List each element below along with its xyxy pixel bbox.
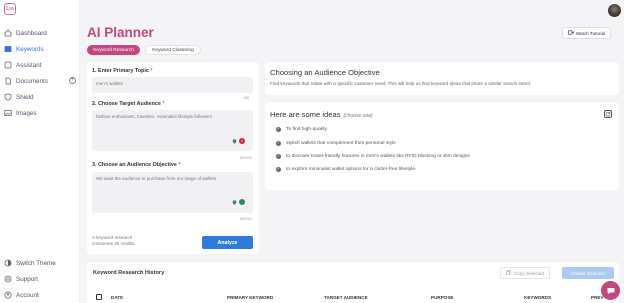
error-badge: 1: [239, 138, 245, 144]
required-mark: *: [150, 68, 153, 74]
support-icon: [4, 275, 12, 283]
objective-char-count: 58/250: [240, 217, 252, 221]
check-icon: ✓: [276, 154, 281, 159]
keyword-research-form: 1. Enter Primary Topic * men's wallets /…: [87, 62, 259, 254]
status-dot: [239, 199, 245, 205]
sidebar-item-label: Keywords: [16, 45, 44, 53]
idea-item[interactable]: ✓ to discover travel-friendly features i…: [276, 154, 470, 159]
tab-keyword-research[interactable]: Keyword Research: [87, 45, 140, 55]
objective-info-title: Choosing an Audience Objective: [270, 68, 380, 77]
avatar[interactable]: [608, 4, 621, 17]
topic-label-text: 1. Enter Primary Topic: [92, 68, 149, 74]
app-logo[interactable]: Lio: [4, 3, 16, 15]
sidebar-item-label: Switch Theme: [16, 259, 56, 267]
history-title: Keyword Research History: [93, 270, 165, 276]
sidebar-item-label: Images: [16, 109, 37, 117]
topic-char-count: /60: [244, 96, 250, 100]
theme-icon: [4, 259, 12, 267]
video-icon: [567, 30, 574, 36]
idea-item[interactable]: ✓ To find high-quality: [276, 127, 327, 132]
home-icon: [4, 29, 12, 37]
sidebar-item-support[interactable]: Support: [4, 273, 38, 285]
watch-tutorial-label: Watch Tutorial: [575, 30, 606, 36]
idea-text: stylish wallets that complement their pe…: [286, 141, 396, 146]
sidebar-item-images[interactable]: Images: [4, 107, 37, 119]
audience-textarea[interactable]: fashion enthusiasts, travelers, minimali…: [92, 110, 253, 151]
check-icon: ✓: [276, 127, 281, 132]
required-mark: *: [178, 162, 181, 168]
watch-tutorial-button[interactable]: Watch Tutorial: [562, 27, 611, 39]
copy-selected-label: Copy Selected: [514, 270, 544, 276]
ideas-panel: Here are some ideas (choose one) ✓ To fin…: [265, 102, 619, 190]
sidebar-item-label: Documents: [16, 77, 48, 85]
ideas-title: Here are some ideas (choose one): [270, 110, 373, 119]
idea-item[interactable]: ✓ stylish wallets that complement their …: [276, 141, 396, 146]
keyword-history-panel: Keyword Research History Copy Selected C…: [87, 262, 619, 303]
analyze-button[interactable]: Analyze: [202, 236, 253, 249]
idea-text: To find high-quality: [286, 127, 327, 132]
ideas-title-text: Here are some ideas: [270, 110, 341, 119]
idea-text: to explore minimalist wallet options for…: [286, 167, 417, 172]
image-icon: [4, 109, 12, 117]
topic-input[interactable]: men's wallets: [92, 77, 253, 93]
column-header-target-audience[interactable]: TARGET AUDIENCE: [324, 295, 368, 300]
chat-icon: [607, 287, 614, 294]
objective-label-text: 3. Choose an Audience Objective: [92, 162, 177, 168]
assistant-icon: [4, 61, 12, 69]
sidebar-item-assistant[interactable]: Assistant: [4, 59, 42, 71]
objective-label: 3. Choose an Audience Objective *: [92, 162, 181, 168]
idea-item[interactable]: ✓ to explore minimalist wallet options f…: [276, 167, 416, 172]
check-icon: ✓: [276, 167, 281, 172]
column-header-primary-keyword[interactable]: PRIMARY KEYWORD: [227, 295, 273, 300]
location-pin-icon[interactable]: [232, 200, 237, 205]
audience-label-text: 2. Choose Target Audience: [92, 101, 161, 107]
objective-info-panel: Choosing an Audience Objective Find keyw…: [265, 62, 619, 95]
credits-note: A keyword research consumes 20 credits.: [92, 235, 136, 246]
sidebar-item-label: Assistant: [16, 61, 42, 69]
sidebar-item-shield[interactable]: Shield: [4, 91, 34, 103]
objective-textarea[interactable]: We want the audience to purchase from ou…: [92, 172, 253, 213]
column-header-keywords[interactable]: KEYWORDS: [524, 295, 551, 300]
add-document-button[interactable]: +: [69, 77, 76, 84]
sidebar-item-label: Dashboard: [16, 29, 47, 37]
sidebar-item-label: Account: [16, 291, 39, 299]
sidebar-item-documents[interactable]: Documents: [4, 75, 48, 87]
sidebar-item-switch-theme[interactable]: Switch Theme: [4, 257, 56, 269]
shield-icon: [4, 93, 12, 101]
audience-label: 2. Choose Target Audience *: [92, 101, 165, 107]
check-icon: ✓: [276, 141, 281, 146]
copy-selected-button[interactable]: Copy Selected: [500, 267, 550, 279]
cluster-selected-button[interactable]: Cluster Selected: [562, 267, 614, 279]
select-all-checkbox[interactable]: [96, 294, 102, 300]
topic-label: 1. Enter Primary Topic *: [92, 68, 152, 74]
sidebar-item-dashboard[interactable]: Dashboard: [4, 27, 47, 39]
sidebar: Lio Dashboard Keywords Assistant Documen…: [0, 0, 80, 303]
tab-keyword-clustering[interactable]: Keyword Clustering: [145, 45, 201, 55]
refresh-icon: [605, 111, 611, 117]
location-pin-icon[interactable]: [232, 139, 237, 144]
required-mark: *: [162, 101, 165, 107]
chat-support-button[interactable]: [601, 281, 620, 300]
column-header-purpose[interactable]: PURPOSE: [431, 295, 453, 300]
audience-char-count: 62/200: [240, 156, 252, 160]
ideas-subtitle: (choose one): [343, 113, 373, 119]
idea-text: to discover travel-friendly features in …: [286, 154, 470, 159]
page-title: AI Planner: [87, 25, 154, 40]
document-icon: [4, 77, 12, 85]
sidebar-item-label: Support: [16, 275, 39, 283]
sidebar-item-account[interactable]: Account: [4, 289, 39, 301]
user-icon: [4, 291, 12, 299]
sidebar-item-label: Shield: [16, 93, 34, 101]
column-header-date[interactable]: DATE: [111, 295, 123, 300]
objective-info-text: Find keywords that relate with a specifi…: [270, 81, 532, 86]
copy-icon: [506, 270, 511, 276]
sidebar-item-keywords[interactable]: Keywords: [4, 43, 44, 55]
refresh-ideas-button[interactable]: [604, 110, 612, 118]
keywords-icon: [4, 45, 12, 53]
